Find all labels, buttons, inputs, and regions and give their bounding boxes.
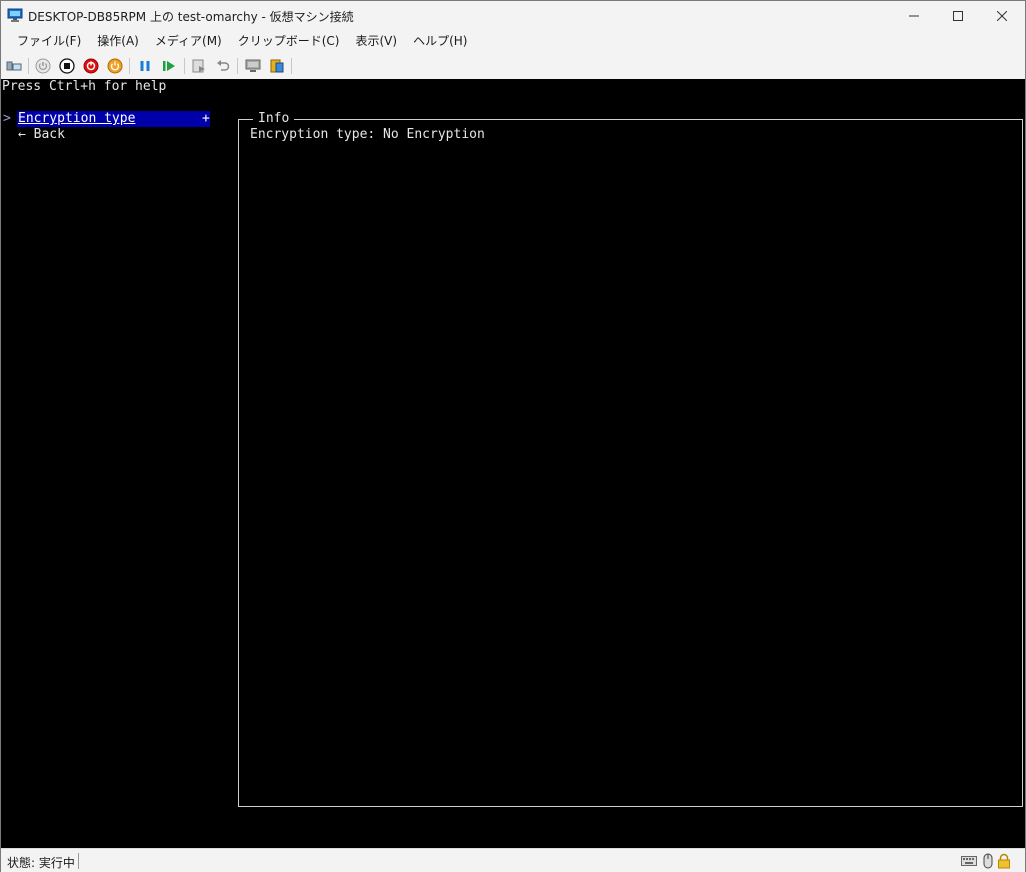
keyboard-icon bbox=[961, 856, 977, 866]
menu-media[interactable]: メディア(M) bbox=[147, 30, 230, 52]
lock-status bbox=[997, 853, 1011, 869]
start-button[interactable] bbox=[34, 57, 52, 75]
enhanced-session-icon bbox=[245, 59, 261, 72]
resume-icon bbox=[163, 61, 175, 71]
menu-help[interactable]: ヘルプ(H) bbox=[405, 30, 475, 52]
toolbar-separator bbox=[237, 58, 238, 74]
close-icon bbox=[997, 10, 1007, 21]
minimize-icon bbox=[909, 15, 919, 16]
close-button[interactable] bbox=[979, 1, 1025, 30]
enhanced-session-button[interactable] bbox=[244, 57, 262, 75]
maximize-icon bbox=[953, 10, 963, 21]
checkpoint-icon bbox=[192, 59, 205, 73]
checkpoint-button[interactable] bbox=[190, 57, 208, 75]
start-icon bbox=[35, 58, 51, 74]
info-panel-title: Info bbox=[253, 111, 295, 127]
info-panel-text: Encryption type: No Encryption bbox=[250, 127, 485, 142]
status-separator bbox=[78, 853, 79, 869]
window-title: DESKTOP-DB85RPM 上の test-omarchy - 仮想マシン接… bbox=[28, 10, 354, 24]
shut-down-icon bbox=[83, 58, 99, 74]
revert-button[interactable] bbox=[214, 57, 232, 75]
ctrl-alt-del-icon bbox=[6, 61, 22, 71]
maximize-button[interactable] bbox=[935, 1, 981, 30]
toolbar-separator bbox=[28, 58, 29, 74]
ctrl-alt-del-button[interactable] bbox=[5, 57, 23, 75]
lock-icon bbox=[998, 853, 1010, 869]
menu-view[interactable]: 表示(V) bbox=[348, 30, 406, 52]
expand-marker: + bbox=[202, 111, 210, 126]
toolbar-separator bbox=[129, 58, 130, 74]
menu-file[interactable]: ファイル(F) bbox=[9, 30, 89, 52]
toolbar-separator bbox=[291, 58, 292, 74]
pause-icon bbox=[140, 61, 150, 71]
share-button[interactable] bbox=[268, 57, 286, 75]
mouse-icon bbox=[983, 853, 993, 869]
save-state-button[interactable] bbox=[106, 57, 124, 75]
status-bar: 状態: 実行中 bbox=[1, 848, 1025, 872]
mouse-status bbox=[983, 853, 993, 869]
vm-connection-window: DESKTOP-DB85RPM 上の test-omarchy - 仮想マシン接… bbox=[0, 0, 1026, 872]
menu-clipboard[interactable]: クリップボード(C) bbox=[230, 30, 348, 52]
toolbar-separator bbox=[184, 58, 185, 74]
menu-item-encryption-type[interactable]: Encryption type bbox=[18, 111, 135, 127]
vm-console-screen[interactable]: Press Ctrl+h for help > Encryption type … bbox=[1, 79, 1025, 848]
pause-button[interactable] bbox=[136, 57, 154, 75]
menu-action[interactable]: 操作(A) bbox=[89, 30, 147, 52]
selection-cursor: > bbox=[3, 111, 11, 126]
resume-button[interactable] bbox=[160, 57, 178, 75]
turn-off-icon bbox=[59, 58, 75, 74]
share-icon bbox=[270, 59, 284, 73]
minimize-button[interactable] bbox=[891, 1, 937, 30]
menu-item-back[interactable]: ← Back bbox=[18, 127, 65, 143]
toolbar bbox=[1, 53, 1025, 79]
menu-bar: ファイル(F) 操作(A) メディア(M) クリップボード(C) 表示(V) ヘ… bbox=[1, 30, 1025, 52]
turn-off-button[interactable] bbox=[58, 57, 76, 75]
info-panel bbox=[238, 119, 1023, 807]
vm-connection-app-icon bbox=[7, 8, 23, 22]
keyboard-status bbox=[961, 853, 977, 869]
title-bar: DESKTOP-DB85RPM 上の test-omarchy - 仮想マシン接… bbox=[1, 1, 1025, 30]
save-state-icon bbox=[107, 58, 123, 74]
revert-icon bbox=[217, 60, 230, 71]
help-hint: Press Ctrl+h for help bbox=[2, 79, 167, 94]
shut-down-button[interactable] bbox=[82, 57, 100, 75]
status-text: 状態: 実行中 bbox=[7, 856, 75, 870]
